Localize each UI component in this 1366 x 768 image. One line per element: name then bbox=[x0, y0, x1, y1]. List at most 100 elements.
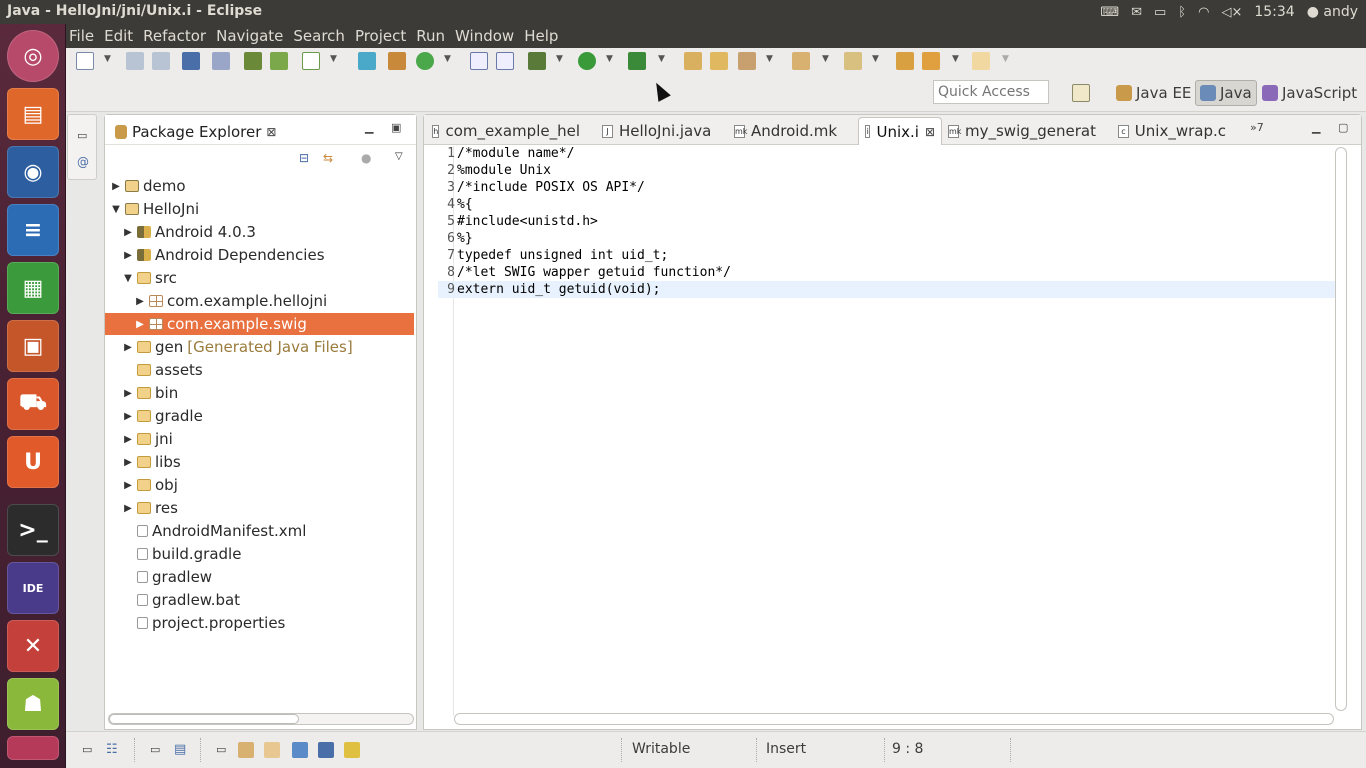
collapsed-arrow-icon[interactable]: ▶ bbox=[121, 342, 135, 353]
code-line[interactable]: 5 #include<unistd.h> bbox=[438, 213, 1335, 230]
tree-item[interactable]: ▶ obj bbox=[105, 474, 414, 496]
java-ee-ide-icon[interactable]: IDE bbox=[7, 562, 59, 614]
tree-item[interactable]: ▶ bin bbox=[105, 382, 414, 404]
logcat-icon[interactable] bbox=[318, 742, 334, 758]
search-tool-icon[interactable] bbox=[738, 52, 756, 70]
bluetooth-icon[interactable]: ᛒ bbox=[1178, 5, 1186, 20]
back-dropdown-icon[interactable]: ▼ bbox=[952, 54, 959, 64]
outline-view-icon[interactable]: ☷ bbox=[106, 742, 118, 757]
editor-horizontal-scrollbar[interactable] bbox=[454, 713, 1334, 725]
tree-item[interactable]: AndroidManifest.xml bbox=[105, 520, 414, 542]
code-line[interactable]: 9 extern uid_t getuid(void); bbox=[438, 281, 1335, 298]
editor-maximize-icon[interactable]: ▢ bbox=[1338, 121, 1348, 134]
pin-icon[interactable] bbox=[212, 52, 230, 70]
perspective-java[interactable]: Java bbox=[1195, 80, 1257, 106]
close-icon[interactable]: ⊠ bbox=[925, 125, 935, 139]
impress-icon[interactable]: ▣ bbox=[7, 320, 59, 372]
declaration-icon[interactable] bbox=[292, 742, 308, 758]
quick-access-input[interactable] bbox=[933, 80, 1049, 104]
editor-tab[interactable]: c Unix_wrap.c bbox=[1112, 117, 1232, 145]
code-line[interactable]: 3/*include POSIX OS API*/ bbox=[438, 179, 1335, 196]
javadoc-view-icon[interactable] bbox=[264, 742, 280, 758]
menu-search[interactable]: Search bbox=[288, 27, 350, 45]
collapsed-arrow-icon[interactable]: ▶ bbox=[109, 181, 123, 192]
collapsed-arrow-icon[interactable]: ▶ bbox=[121, 503, 135, 514]
tree-item[interactable]: ▼ src bbox=[105, 267, 414, 289]
dash-home-icon[interactable]: ◎ bbox=[7, 30, 59, 82]
editor-tab[interactable]: mk Android.mk bbox=[728, 117, 848, 145]
new-class-icon[interactable] bbox=[388, 52, 406, 70]
wifi-icon[interactable]: ◠ bbox=[1198, 5, 1209, 20]
menu-help[interactable]: Help bbox=[519, 27, 563, 45]
user-menu[interactable]: ● andy bbox=[1307, 4, 1358, 20]
last-edit-icon[interactable] bbox=[896, 52, 914, 70]
terminal-icon[interactable]: >_ bbox=[7, 504, 59, 556]
refresh-icon[interactable] bbox=[416, 52, 434, 70]
menu-refactor[interactable]: Refactor bbox=[138, 27, 211, 45]
forward-icon[interactable] bbox=[972, 52, 990, 70]
open-folder-icon[interactable] bbox=[710, 52, 728, 70]
collapsed-arrow-icon[interactable]: ▶ bbox=[133, 296, 147, 307]
tree-item[interactable]: ▶ res bbox=[105, 497, 414, 519]
restore-icon[interactable]: ▭ bbox=[150, 743, 160, 756]
collapsed-arrow-icon[interactable]: ▶ bbox=[121, 227, 135, 238]
tab-package-explorer[interactable]: Package Explorer ⊠ bbox=[109, 119, 282, 145]
tree-item[interactable]: gradlew.bat bbox=[105, 589, 414, 611]
editor-tab[interactable]: mk my_swig_generat bbox=[942, 117, 1104, 145]
code-line[interactable]: 1/*module name*/ bbox=[438, 145, 1335, 162]
code-line[interactable]: 7 typedef unsigned int uid_t; bbox=[438, 247, 1335, 264]
code-line[interactable]: 6%} bbox=[438, 230, 1335, 247]
tree-item[interactable]: ▼ HelloJni bbox=[105, 198, 414, 220]
save-icon[interactable] bbox=[126, 52, 144, 70]
files-icon[interactable]: ▤ bbox=[7, 88, 59, 140]
new-icon[interactable] bbox=[76, 52, 94, 70]
tree-item[interactable]: gradlew bbox=[105, 566, 414, 588]
console-icon[interactable] bbox=[182, 52, 200, 70]
tab-overflow-button[interactable]: »7 bbox=[1250, 121, 1264, 134]
debug-dropdown-icon[interactable]: ▼ bbox=[556, 54, 563, 64]
editor-tab[interactable]: i Unix.i ⊠ bbox=[858, 117, 942, 145]
search-dropdown-icon[interactable]: ▼ bbox=[766, 54, 773, 64]
tree-item[interactable]: ▶ gradle bbox=[105, 405, 414, 427]
close-icon[interactable]: ⊠ bbox=[266, 125, 276, 139]
focus-icon[interactable]: ● bbox=[361, 151, 371, 165]
prev-annotation-dropdown-icon[interactable]: ▼ bbox=[872, 54, 879, 64]
tree-item[interactable]: ▶ libs bbox=[105, 451, 414, 473]
editor-tab[interactable]: h com_example_hel bbox=[426, 117, 586, 145]
maximize-icon[interactable]: ▣ bbox=[391, 121, 401, 134]
run-dropdown-icon[interactable]: ▼ bbox=[606, 54, 613, 64]
software-center-icon[interactable]: ⛟ bbox=[7, 378, 59, 430]
back-icon[interactable] bbox=[922, 52, 940, 70]
tree-item[interactable]: ▶ com.example.hellojni bbox=[105, 290, 414, 312]
collapsed-arrow-icon[interactable]: ▶ bbox=[133, 319, 147, 330]
tree-item[interactable]: ▶ gen [Generated Java Files] bbox=[105, 336, 414, 358]
trash-icon[interactable] bbox=[7, 736, 59, 760]
keyboard-icon[interactable]: ⌨ bbox=[1100, 5, 1119, 20]
android-sdk-icon[interactable] bbox=[270, 52, 288, 70]
download-icon[interactable] bbox=[244, 52, 262, 70]
next-annotation-dropdown-icon[interactable]: ▼ bbox=[822, 54, 829, 64]
run-icon[interactable] bbox=[578, 52, 596, 70]
expanded-arrow-icon[interactable]: ▼ bbox=[109, 204, 123, 215]
collapsed-arrow-icon[interactable]: ▶ bbox=[121, 250, 135, 261]
tree-item[interactable]: ▶ com.example.swig bbox=[105, 313, 414, 335]
forward-dropdown-icon[interactable]: ▼ bbox=[1002, 54, 1009, 64]
calc-icon[interactable]: ▦ bbox=[7, 262, 59, 314]
debug-icon[interactable] bbox=[528, 52, 546, 70]
next-annotation-icon[interactable] bbox=[792, 52, 810, 70]
restore-icon[interactable]: ▭ bbox=[77, 129, 87, 142]
tree-item[interactable]: ▶ jni bbox=[105, 428, 414, 450]
collapsed-arrow-icon[interactable]: ▶ bbox=[121, 388, 135, 399]
tree-item[interactable]: project.properties bbox=[105, 612, 414, 634]
menu-edit[interactable]: Edit bbox=[99, 27, 138, 45]
collapsed-arrow-icon[interactable]: ▶ bbox=[121, 411, 135, 422]
checklist-dropdown-icon[interactable]: ▼ bbox=[330, 54, 337, 64]
problems-icon[interactable] bbox=[238, 742, 254, 758]
collapsed-arrow-icon[interactable]: ▶ bbox=[121, 480, 135, 491]
mail-icon[interactable]: ✉ bbox=[1131, 5, 1142, 20]
android-icon[interactable]: ☗ bbox=[7, 678, 59, 730]
battery-icon[interactable]: ▭ bbox=[1154, 5, 1166, 20]
open-type-icon[interactable] bbox=[684, 52, 702, 70]
menu-project[interactable]: Project bbox=[350, 27, 411, 45]
javadoc-icon[interactable]: @ bbox=[77, 155, 89, 169]
